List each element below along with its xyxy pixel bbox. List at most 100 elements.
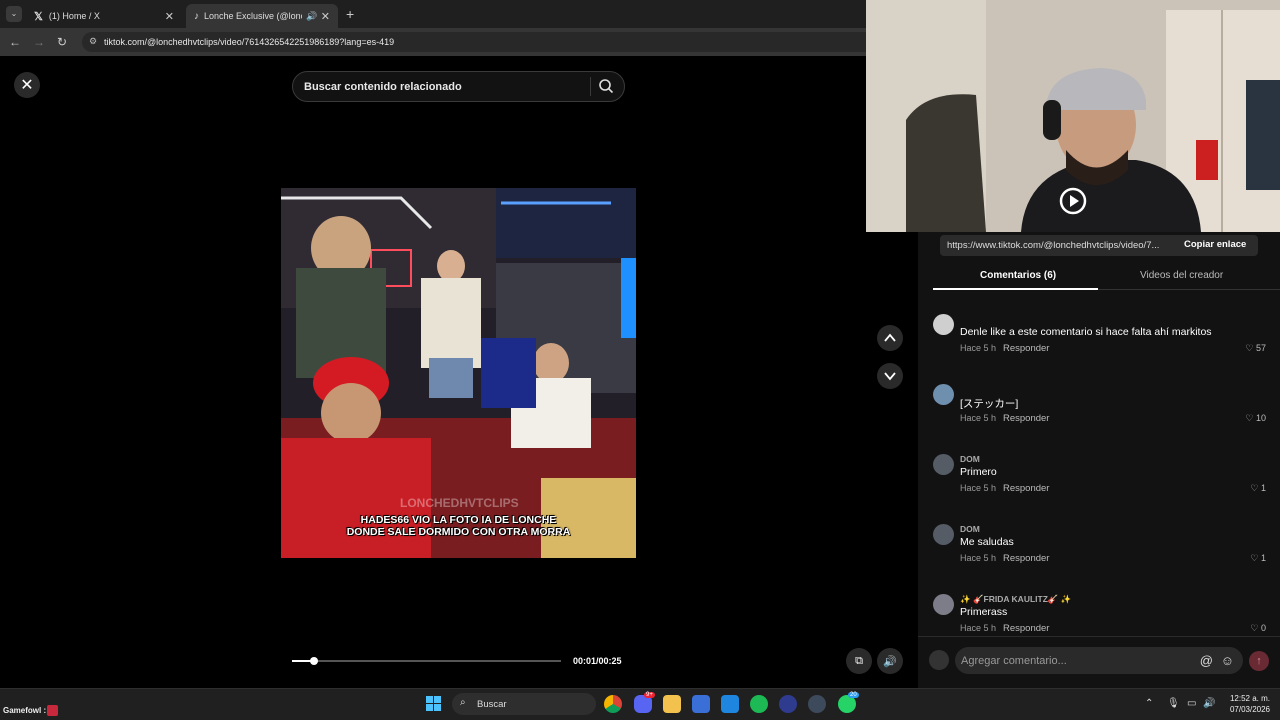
reply-button[interactable]: Responder [1003,623,1049,634]
pip-button[interactable]: ⧉ [846,648,872,674]
comment-placeholder: Agregar comentario... [961,654,1067,667]
reply-button[interactable]: Responder [1003,413,1049,424]
clock-date: 07/03/2026 [1229,705,1270,714]
like-count: 57 [1255,343,1266,353]
tab-tiktok[interactable]: ♪ Lonche Exclusive (@lonchec 🔊 ✕ [186,4,338,28]
forward-icon[interactable]: → [33,35,45,49]
gamefowl-label: Gamefowl : [3,706,47,715]
comment-input[interactable]: Agregar comentario... @ ☺ [955,647,1243,674]
comment-time: Hace 5 h [960,483,997,493]
like-button[interactable]: ♡ 57 [1245,343,1266,354]
picture-in-picture-icon: ⧉ [855,654,863,667]
comment-text: Primerass [960,606,1008,618]
search-icon: ⌕ [460,697,466,708]
spotify-icon[interactable] [750,695,768,713]
network-icon[interactable]: ▭ [1187,698,1196,709]
playback-time: 00:01/00:25 [573,656,622,666]
heart-icon: ♡ [1250,623,1261,633]
commenter-name[interactable]: ✨ 🎸FRIDA KAULITZ🎸 ✨ [960,594,1071,605]
reply-button[interactable]: Responder [1003,483,1049,494]
related-search-input[interactable]: Buscar contenido relacionado [292,71,625,102]
commenter-avatar[interactable] [933,524,954,545]
like-count: 1 [1260,553,1266,563]
address-bar[interactable]: ⚙ tiktok.com/@lonchedhvtclips/video/7614… [82,32,866,52]
tray-volume-icon[interactable]: 🔊 [1203,698,1215,709]
commenter-avatar[interactable] [933,594,954,615]
taskbar-clock[interactable]: 12:52 a. m. 07/03/2026 [1220,693,1270,715]
tab-x-home[interactable]: 𝕏 (1) Home / X ✕ [26,4,182,28]
like-button[interactable]: ♡ 1 [1250,553,1266,564]
commenter-name[interactable]: DOM [960,524,980,534]
tab-search-button[interactable]: ⌄ [6,6,22,22]
previous-video-button[interactable] [877,325,903,351]
whatsapp-badge: 20 [848,692,859,698]
new-tab-button[interactable]: + [346,6,354,22]
mail-icon[interactable] [721,695,739,713]
like-button[interactable]: ♡ 10 [1245,413,1266,424]
like-button[interactable]: ♡ 1 [1250,483,1266,494]
app-icon[interactable] [779,695,797,713]
close-tab-icon[interactable]: ✕ [321,10,330,23]
windows-start-icon[interactable] [426,696,441,711]
share-url-text: https://www.tiktok.com/@lonchedhvtclips/… [947,240,1160,251]
commenter-avatar[interactable] [933,454,954,475]
comment-time: Hace 5 h [960,413,997,423]
heart-icon: ♡ [1245,413,1256,423]
user-avatar[interactable] [929,650,949,670]
chevron-up-icon [884,333,896,342]
microphone-icon[interactable]: 🎙 [1167,698,1180,709]
chrome-icon[interactable] [604,695,622,713]
mention-icon[interactable]: @ [1200,653,1213,668]
reply-button[interactable]: Responder [1003,343,1049,354]
heart-icon: ♡ [1245,343,1256,353]
like-count: 10 [1255,413,1266,423]
commenter-avatar[interactable] [933,314,954,335]
tray-chevron-icon[interactable]: ⌃ [1145,698,1153,709]
video-caption: HADES66 VIO LA FOTO IA DE LONCHE DONDE S… [281,514,636,538]
volume-button[interactable]: 🔊 [877,648,903,674]
tiktok-logo-icon: ♪ [194,10,199,22]
progress-thumb[interactable] [309,657,318,665]
like-button[interactable]: ♡ 0 [1250,623,1266,634]
tab-comments[interactable]: Comentarios (6) [980,270,1056,281]
steam-icon[interactable] [808,695,826,713]
taskbar-search[interactable]: ⌕ Buscar [452,693,596,715]
post-comment-button[interactable]: ↑ [1249,651,1269,671]
comment-text: Primero [960,466,997,478]
copy-link-button[interactable]: Copiar enlace [1184,239,1246,250]
active-tab-indicator [933,288,1098,290]
close-tab-icon[interactable]: ✕ [165,10,174,23]
back-icon[interactable]: ← [9,35,21,49]
speaker-icon[interactable]: 🔊 [306,11,317,22]
commenter-avatar[interactable] [933,384,954,405]
tab-title: Lonche Exclusive (@lonchec [204,11,302,21]
close-icon: ✕ [20,77,34,94]
arrow-up-icon: ↑ [1256,655,1262,667]
next-video-button[interactable] [877,363,903,389]
store-icon[interactable] [692,695,710,713]
comment-text: Denle like a este comentario si hace fal… [960,326,1212,338]
url-text: tiktok.com/@lonchedhvtclips/video/761432… [104,37,395,47]
heart-icon: ♡ [1250,483,1261,493]
chevron-down-icon [884,372,896,381]
search-divider [590,77,591,96]
taskbar-search-label: Buscar [477,698,507,710]
progress-track[interactable] [292,660,561,662]
commenter-name[interactable]: DOM [960,454,980,464]
heart-icon: ♡ [1250,553,1261,563]
browser-tabstrip: ⌄ 𝕏 (1) Home / X ✕ ♪ Lonche Exclusive (@… [0,0,866,28]
like-count: 1 [1260,483,1266,493]
volume-icon: 🔊 [883,655,897,668]
close-video-button[interactable]: ✕ [14,72,40,98]
reload-icon[interactable]: ↻ [57,35,67,49]
tab-title: (1) Home / X [48,11,100,21]
webcam-overlay [866,0,1280,232]
search-icon[interactable] [598,78,614,94]
reply-button[interactable]: Responder [1003,553,1049,564]
comment-time: Hace 5 h [960,343,997,353]
emoji-icon[interactable]: ☺ [1221,653,1234,668]
tab-creator-videos[interactable]: Videos del creador [1140,270,1223,281]
site-info-icon[interactable]: ⚙ [89,36,97,47]
discord-badge: 9+ [644,692,655,698]
file-explorer-icon[interactable] [663,695,681,713]
